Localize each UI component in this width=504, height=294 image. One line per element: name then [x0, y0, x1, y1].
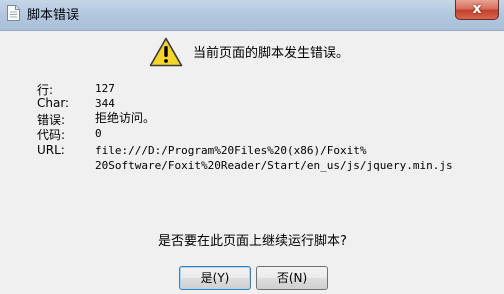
close-icon: x [472, 1, 482, 17]
continue-question: 是否要在此页面上继续运行脚本? [158, 234, 347, 249]
detail-row-char: Char: 344 [37, 96, 115, 111]
url-value-line2: 20Software/Foxit%20Reader/Start/en_us/js… [95, 159, 453, 172]
code-label: 代码: [37, 128, 66, 142]
no-button[interactable]: 否(N) [256, 266, 328, 290]
url-value: file:///D:/Program%20Files%20(x86)/Foxit… [95, 143, 453, 173]
yes-button[interactable]: 是(Y) [179, 266, 251, 290]
warning-icon [149, 37, 183, 67]
title-bar[interactable]: 脚本错误 x [0, 0, 504, 31]
window-title: 脚本错误 [27, 8, 80, 23]
script-error-dialog: 脚本错误 x 当前页面的脚本发生错误。 行: 127 Char: 344 错误: 拒绝… [0, 0, 504, 294]
char-label: Char: [37, 96, 70, 110]
detail-row-url: URL: file:///D:/Program%20Files%20(x86)/F… [37, 143, 453, 173]
line-value: 127 [95, 82, 115, 95]
code-value: 0 [95, 127, 102, 140]
document-icon [7, 5, 20, 21]
error-message: 当前页面的脚本发生错误。 [193, 46, 350, 61]
close-button[interactable]: x [455, 0, 499, 20]
char-value: 344 [95, 97, 115, 110]
url-value-line1: file:///D:/Program%20Files%20(x86)/Foxit… [95, 144, 367, 157]
detail-row-code: 代码: 0 [37, 126, 102, 143]
url-label: URL: [37, 143, 65, 157]
error-value: 拒绝访问。 [95, 111, 156, 125]
